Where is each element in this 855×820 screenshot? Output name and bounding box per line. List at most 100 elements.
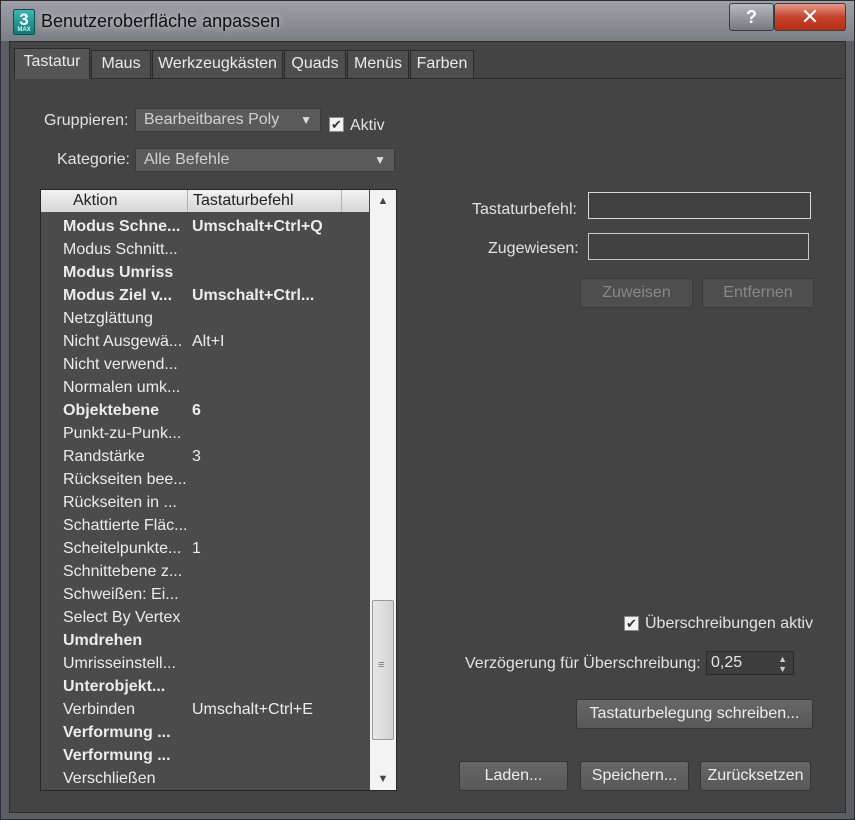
- table-row[interactable]: Schattierte Fläc...: [41, 515, 369, 538]
- check-icon: ✔: [626, 616, 637, 631]
- table-row[interactable]: Netzglättung: [41, 308, 369, 331]
- chevron-down-icon: ▼: [300, 113, 312, 127]
- 3dsmax-app-icon: 3 MAX: [13, 9, 35, 35]
- row-action: Verformung ...: [63, 747, 171, 764]
- row-action: Rückseiten bee...: [63, 471, 187, 488]
- remove-button[interactable]: Entfernen: [702, 278, 814, 308]
- tab-maus[interactable]: Maus: [91, 50, 151, 78]
- table-row[interactable]: Rückseiten bee...: [41, 469, 369, 492]
- row-action: Nicht Ausgewä...: [63, 333, 183, 350]
- shortcut-input[interactable]: [588, 192, 811, 219]
- category-dropdown-value: Alle Befehle: [144, 151, 230, 168]
- save-button[interactable]: Speichern...: [580, 761, 689, 791]
- write-keyboard-chart-button[interactable]: Tastaturbelegung schreiben...: [576, 699, 813, 729]
- table-row[interactable]: Normalen umk...: [41, 377, 369, 400]
- row-shortcut: 1: [192, 540, 201, 557]
- tab-tastatur[interactable]: Tastatur: [14, 48, 90, 79]
- overrides-checkbox[interactable]: ✔: [624, 616, 639, 631]
- action-list[interactable]: Aktion Tastaturbefehl Modus Schne... Umsc…: [40, 189, 397, 791]
- spinner-arrows-icon[interactable]: ▲ ▼: [778, 652, 787, 674]
- close-button[interactable]: ✕: [774, 3, 846, 31]
- row-action: Scheitelpunkte...: [63, 540, 182, 557]
- active-checkbox[interactable]: ✔: [329, 117, 344, 132]
- assigned-field: [588, 233, 809, 260]
- close-icon: ✕: [800, 4, 820, 29]
- scroll-thumb[interactable]: ≡: [372, 600, 394, 740]
- row-action: Schattierte Fläc...: [63, 517, 187, 534]
- row-action: Modus Umriss: [63, 264, 174, 281]
- column-header-shortcut[interactable]: Tastaturbefehl: [193, 192, 294, 210]
- table-row[interactable]: Randstärke 3: [41, 446, 369, 469]
- delay-spinner[interactable]: 0,25 ▲ ▼: [706, 651, 794, 675]
- dialog-client: Tastatur Maus Werkzeugkästen Quads Menüs…: [9, 41, 846, 813]
- table-row[interactable]: Verformung ...: [41, 722, 369, 745]
- table-row[interactable]: Objektebene 6: [41, 400, 369, 423]
- chevron-down-icon: ▼: [374, 153, 386, 167]
- row-action: Modus Ziel v...: [63, 287, 173, 304]
- table-row[interactable]: Verbinden Umschalt+Ctrl+E: [41, 699, 369, 722]
- help-button[interactable]: ?: [729, 3, 774, 31]
- column-header-action[interactable]: Aktion: [73, 192, 117, 210]
- table-row[interactable]: Nicht verwend...: [41, 354, 369, 377]
- row-shortcut: Umschalt+Ctrl+Q: [192, 218, 323, 235]
- row-action: Umrisseinstell...: [63, 655, 176, 672]
- column-divider[interactable]: [341, 190, 342, 212]
- table-row[interactable]: Umdrehen: [41, 630, 369, 653]
- grip-icon: ≡: [378, 659, 385, 671]
- row-action: Punkt-zu-Punk...: [63, 425, 182, 442]
- table-row[interactable]: Modus Ziel v... Umschalt+Ctrl...: [41, 285, 369, 308]
- table-row[interactable]: Verformung ...: [41, 745, 369, 768]
- table-row[interactable]: Scheitelpunkte... 1: [41, 538, 369, 561]
- row-shortcut: Alt+I: [192, 333, 225, 350]
- assigned-label: Zugewiesen:: [488, 240, 579, 257]
- group-label: Gruppieren:: [44, 112, 129, 129]
- table-row[interactable]: Unterobjekt...: [41, 676, 369, 699]
- help-icon: ?: [746, 7, 757, 27]
- list-scrollbar[interactable]: ▲ ≡ ▼: [370, 190, 396, 790]
- tab-werkzeugkaesten[interactable]: Werkzeugkästen: [152, 50, 283, 78]
- row-action: Verformung ...: [63, 724, 171, 741]
- scroll-down-icon[interactable]: ▼: [370, 768, 396, 790]
- row-action: Rückseiten in ...: [63, 494, 177, 511]
- category-dropdown[interactable]: Alle Befehle ▼: [135, 148, 395, 172]
- tab-menues[interactable]: Menüs: [347, 50, 409, 78]
- row-action: Select By Vertex: [63, 609, 181, 626]
- list-rows: Modus Schne... Umschalt+Ctrl+Q Modus Schni…: [41, 216, 369, 791]
- table-row[interactable]: Modus Schnitt...: [41, 239, 369, 262]
- delay-label: Verzögerung für Überschreibung:: [465, 655, 701, 672]
- tab-farben[interactable]: Farben: [410, 50, 474, 78]
- keyboard-panel: Gruppieren: Bearbeitbares Poly ▼ ✔ Aktiv…: [14, 78, 843, 810]
- table-row[interactable]: Rückseiten in ...: [41, 492, 369, 515]
- row-action: Umdrehen: [63, 632, 143, 649]
- assign-button[interactable]: Zuweisen: [580, 278, 693, 308]
- row-action: Verschließen: [63, 770, 156, 787]
- table-row[interactable]: Modus Umriss: [41, 262, 369, 285]
- row-shortcut: Umschalt+Ctrl...: [192, 287, 315, 304]
- group-dropdown[interactable]: Bearbeitbares Poly ▼: [135, 108, 321, 132]
- row-shortcut: Umschalt+Ctrl+E: [192, 701, 313, 718]
- table-row[interactable]: Nicht Ausgewä... Alt+I: [41, 331, 369, 354]
- app-icon-sublabel: MAX: [17, 27, 31, 33]
- group-dropdown-value: Bearbeitbares Poly: [144, 111, 280, 128]
- tab-quads[interactable]: Quads: [284, 50, 346, 78]
- table-row[interactable]: Schnittebene z...: [41, 561, 369, 584]
- row-action: Randstärke: [63, 448, 145, 465]
- table-row[interactable]: Verschließen: [41, 768, 369, 791]
- table-row[interactable]: Umrisseinstell...: [41, 653, 369, 676]
- row-shortcut: 6: [192, 402, 201, 419]
- scroll-up-icon[interactable]: ▲: [370, 190, 396, 212]
- title-bar[interactable]: 3 MAX Benutzeroberfläche anpassen ? ✕: [1, 1, 854, 41]
- column-divider[interactable]: [187, 190, 188, 212]
- customize-ui-dialog: 3 MAX Benutzeroberfläche anpassen ? ✕ Ta…: [0, 0, 855, 820]
- row-action: Unterobjekt...: [63, 678, 166, 695]
- table-row[interactable]: Select By Vertex: [41, 607, 369, 630]
- category-label: Kategorie:: [57, 151, 130, 168]
- list-header: Aktion Tastaturbefehl: [41, 190, 369, 212]
- table-row[interactable]: Schweißen: Ei...: [41, 584, 369, 607]
- load-button[interactable]: Laden...: [459, 761, 568, 791]
- row-action: Schweißen: Ei...: [63, 586, 179, 603]
- table-row[interactable]: Modus Schne... Umschalt+Ctrl+Q: [41, 216, 369, 239]
- reset-button[interactable]: Zurücksetzen: [700, 761, 811, 791]
- row-action: Modus Schne...: [63, 218, 181, 235]
- table-row[interactable]: Punkt-zu-Punk...: [41, 423, 369, 446]
